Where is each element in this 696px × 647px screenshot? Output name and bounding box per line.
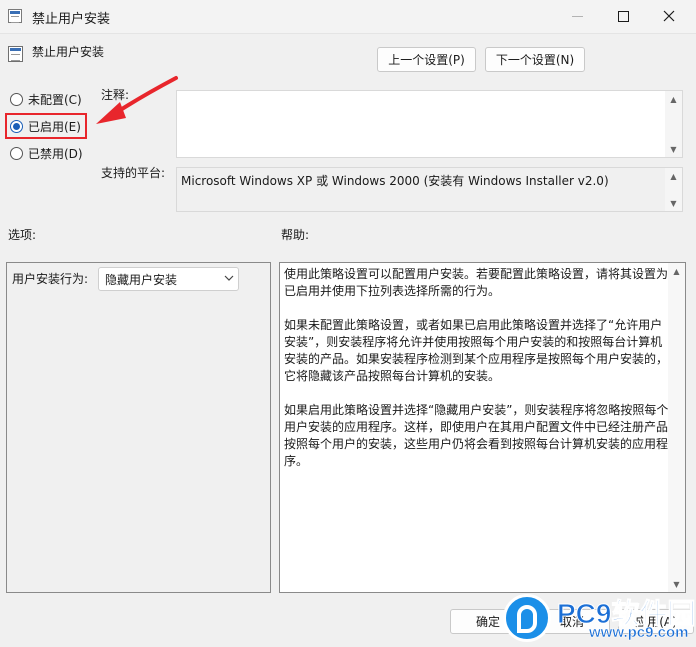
close-button[interactable] <box>646 0 692 32</box>
setting-icon <box>8 46 23 62</box>
maximize-button[interactable] <box>600 0 646 32</box>
minimize-button[interactable] <box>554 0 600 32</box>
watermark-url: www.pc9.com <box>589 624 689 642</box>
watermark: PC9软件园 www.pc9.com <box>503 590 696 647</box>
window-title: 禁止用户安装 <box>32 12 111 27</box>
help-label: 帮助: <box>281 228 310 242</box>
radio-circle[interactable] <box>10 146 23 160</box>
help-paragraph: 使用此策略设置可以配置用户安装。若要配置此策略设置，请将其设置为已启用并使用下拉… <box>284 267 669 298</box>
scroll-down-icon[interactable]: ▼ <box>665 141 682 157</box>
select-value: 隐藏用户安装 <box>105 272 178 287</box>
radio-label: 已禁用(D) <box>28 146 83 161</box>
next-setting-button[interactable]: 下一个设置(N) <box>485 47 585 72</box>
options-label: 选项: <box>8 228 37 242</box>
help-paragraph: 如果启用此策略设置并选择“隐藏用户安装”，则安装程序将忽略按照每个用户安装的应用… <box>284 403 669 468</box>
chevron-down-icon <box>224 271 234 288</box>
pc9-logo-icon <box>503 594 551 642</box>
setting-name: 禁止用户安装 <box>32 45 105 59</box>
policy-app-icon <box>8 9 22 23</box>
comment-label: 注释: <box>101 88 130 102</box>
platform-value: Microsoft Windows XP 或 Windows 2000 (安装有… <box>181 174 609 188</box>
install-behavior-label: 用户安装行为: <box>12 272 89 286</box>
previous-setting-button[interactable]: 上一个设置(P) <box>377 47 476 72</box>
scroll-up-icon[interactable]: ▲ <box>668 263 685 279</box>
scroll-up-icon[interactable]: ▲ <box>665 168 682 184</box>
close-icon <box>663 10 675 22</box>
scroll-up-icon[interactable]: ▲ <box>665 91 682 107</box>
scroll-down-icon[interactable]: ▼ <box>665 195 682 211</box>
platform-field: Microsoft Windows XP 或 Windows 2000 (安装有… <box>176 167 683 212</box>
platform-scrollbar[interactable]: ▲ ▼ <box>665 168 682 211</box>
help-paragraph: 如果未配置此策略设置，或者如果已启用此策略设置并选择了“允许用户安装”，则安装程… <box>284 318 669 383</box>
radio-circle[interactable] <box>10 92 23 106</box>
radio-not-configured[interactable]: 未配置(C) <box>10 90 82 108</box>
platform-label: 支持的平台: <box>101 166 166 180</box>
radio-label: 未配置(C) <box>28 92 82 107</box>
comment-textarea[interactable]: ▲ ▼ <box>176 90 683 158</box>
help-text: 使用此策略设置可以配置用户安装。若要配置此策略设置，请将其设置为已启用并使用下拉… <box>284 266 669 487</box>
install-behavior-select[interactable]: 隐藏用户安装 <box>98 267 239 291</box>
minimize-icon <box>571 15 583 17</box>
annotation-highlight-box <box>5 113 87 139</box>
help-scrollbar[interactable]: ▲ ▼ <box>668 263 685 592</box>
maximize-icon <box>617 10 629 22</box>
comment-scrollbar[interactable]: ▲ ▼ <box>665 91 682 157</box>
radio-disabled[interactable]: 已禁用(D) <box>10 144 83 162</box>
help-panel: 使用此策略设置可以配置用户安装。若要配置此策略设置，请将其设置为已启用并使用下拉… <box>279 262 686 593</box>
options-panel: 用户安装行为: 隐藏用户安装 <box>6 262 271 593</box>
